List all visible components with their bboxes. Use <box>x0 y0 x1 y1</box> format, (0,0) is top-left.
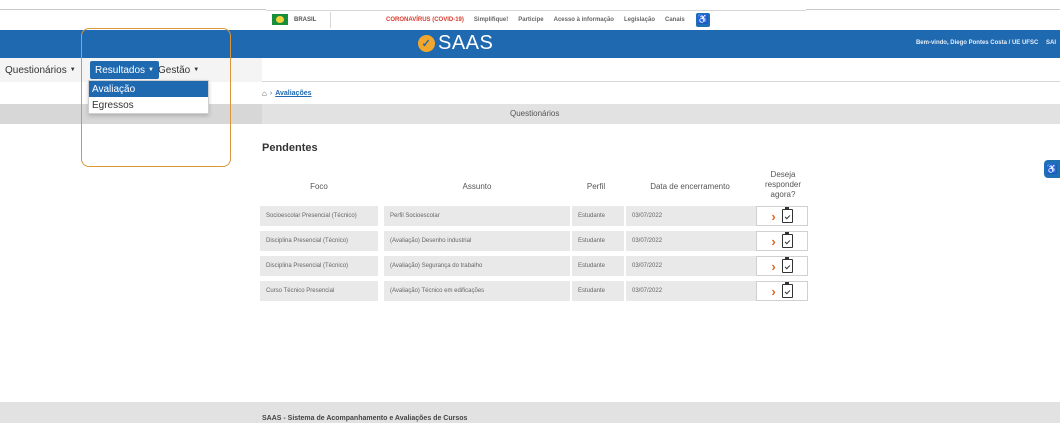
col-deseja: Deseja responder agora? <box>764 170 802 199</box>
resultados-dropdown: Avaliação Egressos <box>88 80 209 114</box>
breadcrumb-separator: › <box>269 90 273 97</box>
saas-logo[interactable]: ✓ SAAS <box>418 32 493 55</box>
cell-actions: › <box>756 231 808 251</box>
menu-resultados[interactable]: Resultados ▼ <box>90 61 159 79</box>
brazil-flag-icon <box>272 14 288 25</box>
gov-bar: BRASIL CORONAVÍRUS (COVID-19) Simplifiqu… <box>0 0 1060 30</box>
cell-actions: › <box>756 206 808 226</box>
home-icon[interactable]: ⌂ <box>262 89 267 98</box>
chevron-right-icon[interactable]: › <box>771 260 775 273</box>
caret-down-icon: ▼ <box>69 67 76 73</box>
cell-assunto: Perfil Socioescolar <box>384 206 570 226</box>
chevron-right-icon[interactable]: › <box>771 285 775 298</box>
menu-questionarios-label: Questionários <box>5 64 67 76</box>
dropdown-item-avaliacao[interactable]: Avaliação <box>89 81 208 97</box>
gov-link-simplifique[interactable]: Simplifique! <box>469 17 513 23</box>
col-assunto: Assunto <box>462 182 492 191</box>
app-header: ✓ SAAS Bem-vindo, Diego Pontes Costa / U… <box>0 30 1060 58</box>
cell-assunto: (Avaliação) Segurança do trabalho <box>384 256 570 276</box>
gov-separator <box>330 11 331 28</box>
welcome-user: Bem-vindo, Diego Pontes Costa / UE UFSC <box>915 40 1039 46</box>
breadcrumb-current[interactable]: Avaliações <box>275 90 311 97</box>
col-data: Data de encerramento <box>650 182 730 191</box>
menu-gestao-label: Gestão <box>158 64 191 76</box>
col-perfil: Perfil <box>586 182 606 191</box>
cell-perfil: Estudante <box>572 206 624 226</box>
gov-bar-divider-right <box>806 9 1060 10</box>
gov-link-acesso-informacao[interactable]: Acesso à informação <box>549 17 619 23</box>
chevron-right-icon[interactable]: › <box>771 210 775 223</box>
accessibility-icon[interactable]: ♿ <box>1044 160 1060 178</box>
cell-perfil: Estudante <box>572 256 624 276</box>
gov-link-canais[interactable]: Canais <box>660 17 690 23</box>
cell-actions: › <box>756 256 808 276</box>
clipboard-icon[interactable] <box>781 232 793 248</box>
breadcrumb: ⌂ › Avaliações <box>262 89 312 98</box>
pendentes-table-header: Foco Assunto Perfil Data de encerramento… <box>260 170 810 204</box>
page: BRASIL CORONAVÍRUS (COVID-19) Simplifiqu… <box>0 0 1060 423</box>
cell-data: 03/07/2022 <box>626 256 756 276</box>
menu-resultados-label: Resultados <box>95 64 146 76</box>
accessibility-icon[interactable]: ♿ <box>695 12 710 27</box>
gov-link-participe[interactable]: Participe <box>513 17 548 23</box>
gov-country-label: BRASIL <box>294 16 317 23</box>
cell-foco: Disciplina Presencial (Técnico) <box>260 256 378 276</box>
cell-data: 03/07/2022 <box>626 231 756 251</box>
table-row: Disciplina Presencial (Técnico) (Avaliaç… <box>260 256 810 276</box>
section-title: Questionários <box>510 109 560 118</box>
cell-foco: Curso Técnico Presencial <box>260 281 378 301</box>
cell-perfil: Estudante <box>572 231 624 251</box>
table-row: Disciplina Presencial (Técnico) (Avaliaç… <box>260 231 810 251</box>
dropdown-item-egressos[interactable]: Egressos <box>89 97 208 113</box>
menu-questionarios[interactable]: Questionários ▼ <box>0 61 81 79</box>
gov-link-legislacao[interactable]: Legislação <box>619 17 660 23</box>
cell-assunto: (Avaliação) Desenho industrial <box>384 231 570 251</box>
gov-link-covid[interactable]: CORONAVÍRUS (COVID-19) <box>381 17 469 23</box>
gov-bar-inner: BRASIL CORONAVÍRUS (COVID-19) Simplifiqu… <box>266 10 806 28</box>
table-row: Socioescolar Presencial (Técnico) Perfil… <box>260 206 810 226</box>
chevron-right-icon[interactable]: › <box>771 235 775 248</box>
footer: SAAS - Sistema de Acompanhamento e Avali… <box>0 402 1060 423</box>
clipboard-icon[interactable] <box>781 207 793 223</box>
pendentes-title: Pendentes <box>262 142 318 154</box>
clipboard-icon[interactable] <box>781 257 793 273</box>
cell-foco: Socioescolar Presencial (Técnico) <box>260 206 378 226</box>
cell-perfil: Estudante <box>572 281 624 301</box>
welcome-text: Bem-vindo, Diego Pontes Costa / UE UFSC … <box>916 40 1056 46</box>
cell-data: 03/07/2022 <box>626 281 756 301</box>
cell-actions: › <box>756 281 808 301</box>
footer-text: SAAS - Sistema de Acompanhamento e Avali… <box>262 415 468 422</box>
cell-data: 03/07/2022 <box>626 206 756 226</box>
cell-foco: Disciplina Presencial (Técnico) <box>260 231 378 251</box>
clipboard-icon[interactable] <box>781 282 793 298</box>
cell-assunto: (Avaliação) Técnico em edificações <box>384 281 570 301</box>
menu-gestao[interactable]: Gestão ▼ <box>153 61 204 79</box>
gov-bar-divider-left <box>0 9 266 10</box>
col-foco: Foco <box>310 182 328 191</box>
caret-down-icon: ▼ <box>193 67 200 73</box>
logout-link[interactable]: SAI <box>1046 40 1056 46</box>
gov-brasil-link[interactable]: BRASIL <box>266 14 326 25</box>
logo-text: SAAS <box>438 32 494 54</box>
table-row: Curso Técnico Presencial (Avaliação) Téc… <box>260 281 810 301</box>
main-menu: Questionários ▼ Resultados ▼ Gestão ▼ <box>0 58 1060 82</box>
check-logo-icon: ✓ <box>418 35 435 52</box>
